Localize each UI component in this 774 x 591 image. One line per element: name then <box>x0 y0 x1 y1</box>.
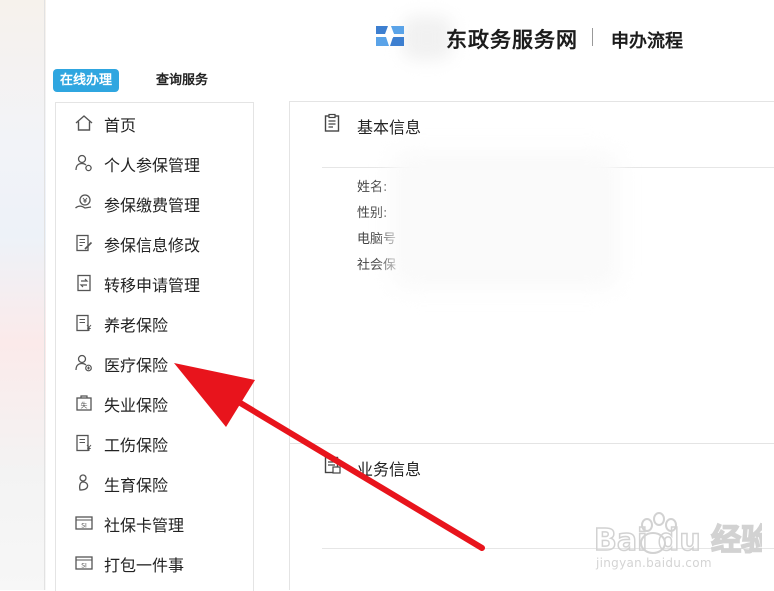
svg-text:SI: SI <box>81 563 87 570</box>
sidebar-menu: 首页 个人参保管理 参保缴费管理 参保信息修改 转移申请管理 养老保险 医疗保险… <box>55 102 254 591</box>
payment-hand-icon <box>75 194 92 209</box>
sidebar-item-label: 失业保险 <box>104 396 169 415</box>
home-icon <box>75 115 93 131</box>
transfer-icon <box>77 274 91 292</box>
sidebar-item-work-injury[interactable]: 工伤保险 <box>56 423 253 463</box>
sidebar-item-maternity[interactable]: 生育保险 <box>56 463 253 503</box>
social-card-icon: SI <box>75 516 93 530</box>
social-card-icon: SI <box>75 556 93 570</box>
page-subtitle[interactable]: 申办流程 <box>611 27 683 53</box>
sidebar-item-home[interactable]: 首页 <box>56 103 253 143</box>
left-edge-strip <box>0 0 46 590</box>
sidebar-item-label: 参保信息修改 <box>104 236 201 255</box>
svg-text:SI: SI <box>81 523 87 530</box>
sidebar-item-social-card[interactable]: SI 社保卡管理 <box>56 503 253 543</box>
svg-text:失: 失 <box>81 401 88 410</box>
document-lock-icon <box>324 456 341 474</box>
sidebar-item-label: 打包一件事 <box>104 556 185 575</box>
sidebar-item-pension[interactable]: 养老保险 <box>56 303 253 343</box>
tab-online-handling[interactable]: 在线办理 <box>53 69 119 92</box>
sidebar-item-label: 社保卡管理 <box>104 516 185 535</box>
left-edge-border <box>44 0 45 590</box>
sidebar-item-label: 转移申请管理 <box>104 276 201 295</box>
business-info-title: 业务信息 <box>357 460 422 479</box>
maternity-icon <box>78 474 89 491</box>
document-yen-icon <box>76 434 92 452</box>
sidebar-item-label: 生育保险 <box>104 476 169 495</box>
field-name-label: 姓名: <box>357 180 388 195</box>
sidebar-item-personal-insurance[interactable]: 个人参保管理 <box>56 143 253 183</box>
section-divider <box>290 443 774 444</box>
sidebar-item-label: 首页 <box>104 116 137 135</box>
sidebar-item-transfer[interactable]: 转移申请管理 <box>56 263 253 303</box>
clipboard-icon <box>324 113 340 132</box>
site-logo-icon <box>376 26 404 46</box>
header-divider <box>592 28 593 46</box>
sidebar-item-unemployment[interactable]: 失 失业保险 <box>56 383 253 423</box>
sidebar-item-label: 医疗保险 <box>104 356 169 375</box>
redacted-personal-info <box>390 150 620 290</box>
basic-info-title: 基本信息 <box>357 118 422 137</box>
tab-query-service[interactable]: 查询服务 <box>156 69 208 92</box>
watermark-url: jingyan.baidu.com <box>596 556 712 570</box>
sidebar-item-label: 养老保险 <box>104 316 169 335</box>
field-gender-label: 性别: <box>357 206 388 221</box>
sidebar-item-package[interactable]: SI 打包一件事 <box>56 543 253 583</box>
blurred-logo-text <box>402 16 452 60</box>
sidebar-item-label: 参保缴费管理 <box>104 196 201 215</box>
sidebar-item-label: 个人参保管理 <box>104 156 201 175</box>
user-gear-icon <box>75 154 92 172</box>
sidebar-item-label: 工伤保险 <box>104 436 169 455</box>
sidebar-item-payment[interactable]: 参保缴费管理 <box>56 183 253 223</box>
edit-document-icon <box>76 234 93 252</box>
user-medical-icon <box>75 354 92 372</box>
sidebar-item-info-modify[interactable]: 参保信息修改 <box>56 223 253 263</box>
site-title: 东政务服务网 <box>446 28 578 52</box>
unemployment-icon: 失 <box>76 395 92 411</box>
document-yen-icon <box>76 314 92 332</box>
watermark-brand: Bai du 经验 <box>594 523 762 558</box>
sidebar-item-medical[interactable]: 医疗保险 <box>56 343 253 383</box>
